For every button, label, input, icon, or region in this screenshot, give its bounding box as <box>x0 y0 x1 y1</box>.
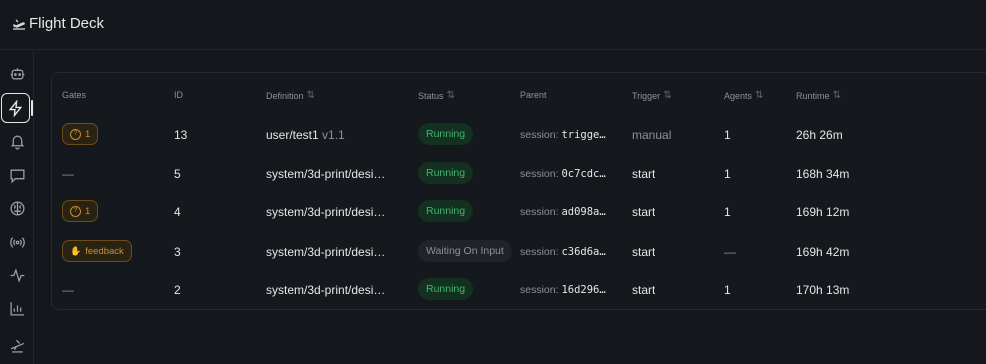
flight-deck-logo-icon <box>13 19 25 30</box>
question-icon: ? <box>70 205 81 217</box>
sidebar <box>0 51 34 364</box>
status-badge: Running <box>418 278 474 300</box>
status-badge: Running <box>418 200 474 222</box>
run-runtime: 169h 12m <box>796 205 850 219</box>
header-parent[interactable]: Parent <box>520 90 547 100</box>
flight-icon <box>10 339 24 353</box>
brain-icon <box>9 200 25 216</box>
header-definition[interactable]: Definition ⇅ <box>266 90 315 101</box>
sidebar-item-runs[interactable] <box>1 93 33 123</box>
definition-version: v1.1 <box>322 128 345 142</box>
run-trigger: start <box>632 245 656 259</box>
run-agents: 1 <box>724 283 731 297</box>
bar-chart-icon <box>9 301 24 316</box>
header-gates[interactable]: Gates <box>62 90 86 100</box>
sidebar-item-memory[interactable] <box>4 195 30 221</box>
header-agents[interactable]: Agents ⇅ <box>724 90 763 101</box>
run-runtime: 26h 26m <box>796 128 843 142</box>
run-agents: 1 <box>724 167 731 181</box>
broadcast-icon <box>9 236 25 248</box>
chat-icon <box>9 169 25 183</box>
hand-icon: ✋ <box>70 245 82 256</box>
run-trigger: start <box>632 283 656 297</box>
sidebar-item-activity[interactable] <box>4 262 30 288</box>
activity-icon <box>10 267 24 283</box>
runs-table: Gates ID Definition ⇅ Status ⇅ Parent Trig… <box>51 72 986 310</box>
status-badge: Running <box>418 123 474 145</box>
run-parent[interactable]: session: 16d296… <box>520 284 606 296</box>
question-icon: ? <box>70 128 81 140</box>
sidebar-item-analytics[interactable] <box>4 295 30 321</box>
header-trigger[interactable]: Trigger ⇅ <box>632 90 672 101</box>
lightning-icon <box>8 99 23 117</box>
gate-empty: — <box>62 283 74 297</box>
run-definition[interactable]: user/test1 v1.1 <box>266 128 345 142</box>
run-parent[interactable]: session: ad098a… <box>520 206 606 218</box>
run-id: 2 <box>174 283 181 297</box>
sidebar-item-flight[interactable] <box>4 331 30 357</box>
run-parent[interactable]: session: c36d6a… <box>520 246 606 258</box>
run-id: 5 <box>174 167 181 181</box>
run-runtime: 170h 13m <box>796 283 850 297</box>
sidebar-item-broadcast[interactable] <box>4 229 30 255</box>
header-runtime[interactable]: Runtime ⇅ <box>796 90 841 101</box>
top-bar: Flight Deck <box>0 0 986 50</box>
gate-badge[interactable]: ? 1 <box>62 123 99 145</box>
sidebar-item-notifications[interactable] <box>4 128 30 154</box>
robot-icon <box>10 67 24 79</box>
sort-icon: ⇅ <box>755 90 764 101</box>
gate-empty: — <box>62 167 74 181</box>
run-agents: 1 <box>724 205 731 219</box>
run-id: 3 <box>174 245 181 259</box>
run-agents: 1 <box>724 128 731 142</box>
run-definition[interactable]: system/3d-print/desi… <box>266 283 400 297</box>
run-parent[interactable]: session: 0c7cdc… <box>520 168 606 180</box>
status-badge: Waiting On Input <box>418 240 512 262</box>
status-badge: Running <box>418 162 474 184</box>
sidebar-item-agents[interactable] <box>4 60 30 86</box>
sort-icon: ⇅ <box>832 90 841 101</box>
header-status[interactable]: Status ⇅ <box>418 90 455 101</box>
run-definition[interactable]: system/3d-print/desi… <box>266 167 400 181</box>
app-title: Flight Deck <box>29 15 105 32</box>
sort-icon: ⇅ <box>306 90 315 101</box>
sort-icon: ⇅ <box>446 90 455 101</box>
bell-icon <box>10 135 24 149</box>
gate-badge[interactable]: ✋ feedback <box>62 240 132 262</box>
header-id[interactable]: ID <box>174 90 183 100</box>
sidebar-item-chat[interactable] <box>4 162 30 188</box>
gate-badge[interactable]: ? 1 <box>62 200 99 222</box>
run-trigger: start <box>632 167 656 181</box>
run-id: 4 <box>174 205 181 219</box>
run-trigger: manual <box>632 128 672 142</box>
run-agents: — <box>724 245 736 259</box>
run-definition[interactable]: system/3d-print/desi… <box>266 245 400 259</box>
run-trigger: start <box>632 205 656 219</box>
run-parent[interactable]: session: trigge… <box>520 129 606 141</box>
run-runtime: 168h 34m <box>796 167 850 181</box>
run-definition[interactable]: system/3d-print/desi… <box>266 205 400 219</box>
run-runtime: 169h 42m <box>796 245 850 259</box>
sort-icon: ⇅ <box>663 90 672 101</box>
run-id: 13 <box>174 128 188 142</box>
